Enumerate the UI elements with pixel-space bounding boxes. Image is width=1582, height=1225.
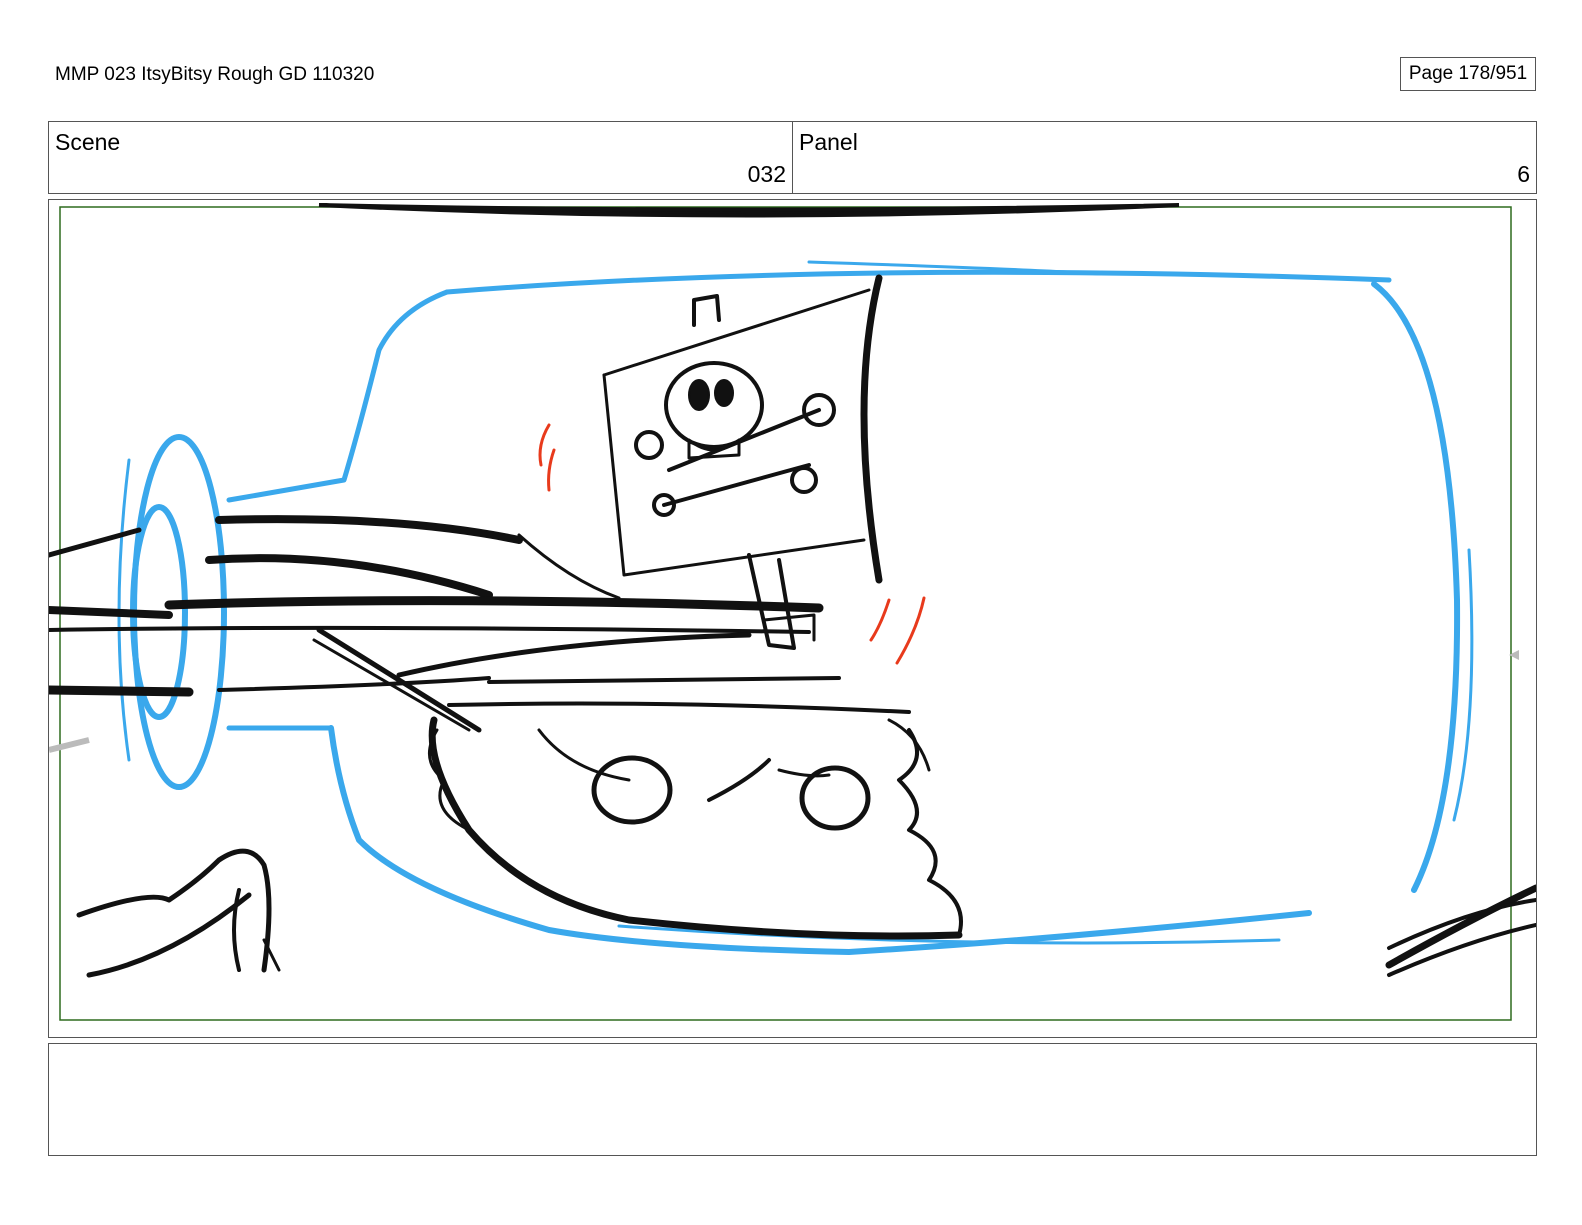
- scene-label: Scene: [55, 129, 121, 155]
- panel-label: Panel: [799, 129, 858, 155]
- safe-frame-border: [59, 206, 1512, 1021]
- faint-mark-left: [49, 737, 90, 753]
- scene-panel-info-row: Scene 032 Panel 6: [48, 121, 1537, 194]
- foreground-lines: [1385, 884, 1536, 977]
- scene-cell: Scene 032: [49, 122, 792, 193]
- scene-number: 032: [747, 161, 786, 187]
- hand-drawing: [76, 848, 281, 978]
- skull-and-crossbones-flag-icon: [634, 361, 836, 517]
- notes-box: [48, 1043, 1537, 1156]
- page-number: Page 178/951: [1400, 57, 1536, 91]
- document-title: MMP 023 ItsyBitsy Rough GD 110320: [55, 64, 375, 85]
- panel-cell: Panel 6: [792, 122, 1536, 193]
- storyboard-sketch: [49, 203, 1536, 1021]
- storyboard-panel: [48, 199, 1537, 1038]
- pirate-ship-drawing: [49, 274, 963, 940]
- panel-number: 6: [1517, 161, 1530, 187]
